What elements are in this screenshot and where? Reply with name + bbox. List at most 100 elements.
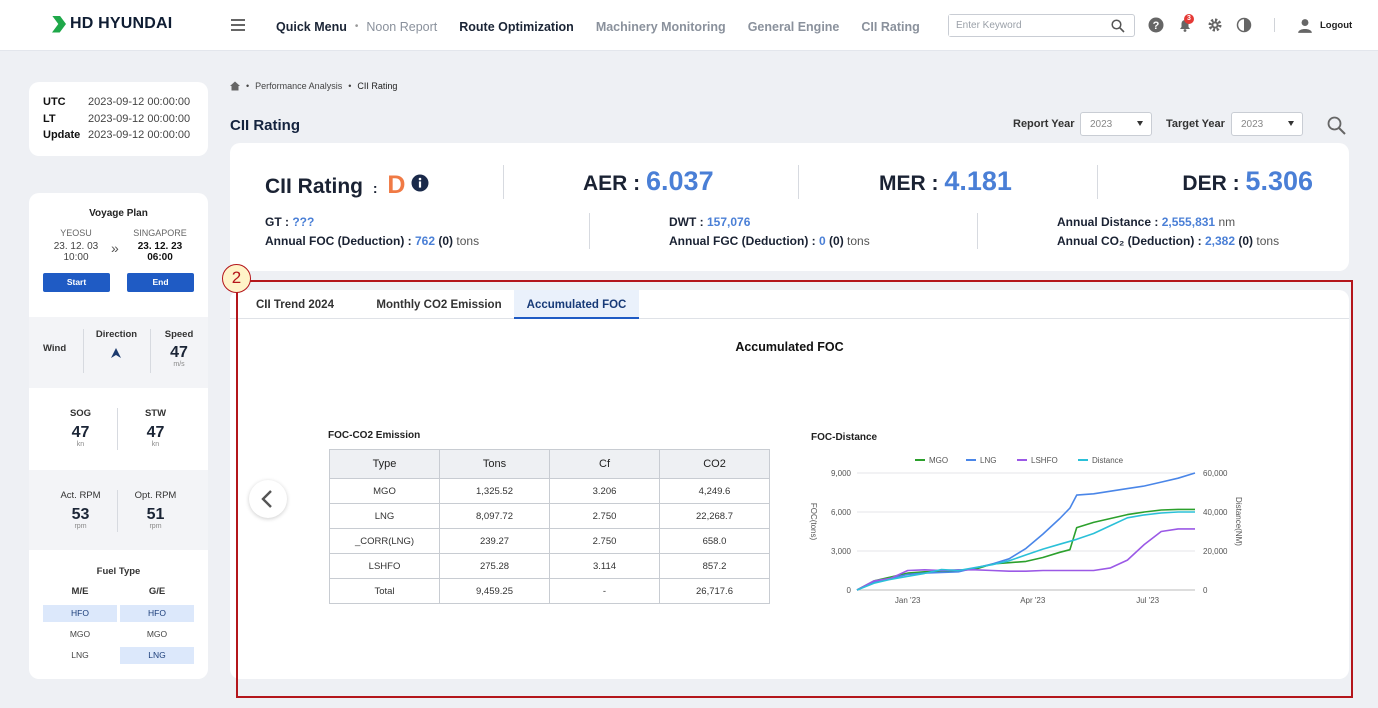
ge-fuel-mgo[interactable]: MGO xyxy=(120,626,194,643)
time-label: UTC xyxy=(43,96,66,108)
annotation-number-badge: 2 xyxy=(222,264,251,293)
arrival-time-value: 06:00 xyxy=(147,252,173,263)
notification-bell[interactable]: 3 xyxy=(1177,14,1194,33)
stw-value: 47 xyxy=(146,424,165,441)
time-row-lt: LT 2023-09-12 00:00:00 xyxy=(43,111,194,128)
page-title: CII Rating xyxy=(230,117,300,134)
aer-kpi: AER : 6.037 xyxy=(583,166,714,196)
main-nav: Quick Menu • Noon Report Route Optimizat… xyxy=(276,18,960,35)
nav-quick-menu[interactable]: Quick Menu xyxy=(276,20,347,34)
report-year-value: 2023 xyxy=(1090,119,1113,130)
search-icon[interactable] xyxy=(1111,19,1125,33)
dwt-row: DWT : 157,076 xyxy=(669,215,750,229)
wind-speed-value: 47 xyxy=(170,344,188,361)
arrival-date: 23. 12. 23 06:00 xyxy=(125,241,195,263)
fgc-label: Annual FGC (Deduction) : xyxy=(669,234,816,248)
ge-fuel-lng[interactable]: LNG xyxy=(120,647,194,664)
target-year-label: Target Year xyxy=(1166,118,1225,130)
target-year-value: 2023 xyxy=(1241,119,1264,130)
arrival-port: SINGAPORE 23. 12. 23 06:00 xyxy=(125,228,195,263)
dropdown-caret-icon xyxy=(1288,121,1294,126)
report-year-select[interactable]: 2023 xyxy=(1080,112,1152,136)
me-fuel-mgo[interactable]: MGO xyxy=(43,626,117,643)
breadcrumb: • Performance Analysis • CII Rating xyxy=(230,81,397,91)
theme-toggle-icon[interactable] xyxy=(1236,17,1252,33)
co2-value: 2,382 xyxy=(1205,234,1236,248)
breadcrumb-section[interactable]: Performance Analysis xyxy=(255,81,342,91)
divider xyxy=(150,329,151,373)
top-bar: HD HYUNDAI Quick Menu • Noon Report Rout… xyxy=(0,0,1378,51)
me-fuel-lng[interactable]: LNG xyxy=(43,647,117,664)
dropdown-caret-icon xyxy=(1137,121,1143,126)
departure-time-value: 10:00 xyxy=(63,252,89,263)
co2-deduction: (0) xyxy=(1238,234,1254,248)
nav-item-general-engine[interactable]: General Engine xyxy=(748,20,840,34)
breadcrumb-dot: • xyxy=(348,81,352,91)
fgc-deduction: (0) xyxy=(829,234,844,248)
dwt-value: 157,076 xyxy=(707,215,751,229)
fgc-unit: tons xyxy=(847,234,870,248)
foc-deduction: (0) xyxy=(438,234,454,248)
nav-item-cii-rating[interactable]: CII Rating xyxy=(861,20,919,34)
distance-label: Annual Distance : xyxy=(1057,215,1159,229)
user-icon[interactable] xyxy=(1297,18,1313,34)
route-arrow-icon: » xyxy=(111,240,119,256)
opt-rpm-unit: rpm xyxy=(149,523,162,530)
fgc-row: Annual FGC (Deduction) : 0 (0) tons xyxy=(669,234,870,248)
cii-summary-card: CII Rating : D AER : 6.037 MER : 4.181 D… xyxy=(230,143,1349,271)
act-rpm-unit: rpm xyxy=(74,523,87,530)
breadcrumb-current: CII Rating xyxy=(357,81,398,91)
departure-date: 23. 12. 03 10:00 xyxy=(41,241,111,263)
search-submit-icon[interactable] xyxy=(1327,116,1346,135)
brand-logo[interactable]: HD HYUNDAI xyxy=(52,15,172,33)
settings-gear-icon[interactable] xyxy=(1207,17,1223,33)
ge-fuel-hfo[interactable]: HFO xyxy=(120,605,194,622)
rpm-section: Act. RPM 53 rpm Opt. RPM 51 rpm xyxy=(29,470,208,550)
generator-engine-label: G/E xyxy=(148,586,166,597)
help-icon[interactable]: ? xyxy=(1148,17,1164,33)
nav-item-route-optimization[interactable]: Route Optimization xyxy=(459,20,574,34)
wind-speed-unit: m/s xyxy=(173,361,185,368)
divider xyxy=(589,213,590,249)
voyage-plan-title: Voyage Plan xyxy=(89,208,148,219)
time-row-update: Update 2023-09-12 00:00:00 xyxy=(43,127,194,144)
hamburger-menu-icon[interactable] xyxy=(231,19,245,31)
time-value: 2023-09-12 00:00:00 xyxy=(88,129,191,141)
cii-label: CII Rating xyxy=(265,175,363,198)
departure-port: YEOSU 23. 12. 03 10:00 xyxy=(41,228,111,263)
info-icon[interactable] xyxy=(411,174,429,192)
divider xyxy=(1097,165,1098,199)
me-fuel-hfo[interactable]: HFO xyxy=(43,605,117,622)
mer-kpi: MER : 4.181 xyxy=(879,166,1012,196)
foc-unit: tons xyxy=(456,234,480,248)
nav-item-noon-report[interactable]: Noon Report xyxy=(366,20,437,34)
mer-label: MER xyxy=(879,172,926,195)
sog-value: 47 xyxy=(71,424,90,441)
opt-rpm-value: 51 xyxy=(146,506,165,523)
svg-text:?: ? xyxy=(1153,20,1160,32)
voyage-start-button[interactable]: Start xyxy=(43,273,110,292)
nav-dot: • xyxy=(354,21,359,32)
nav-item-machinery-monitoring[interactable]: Machinery Monitoring xyxy=(596,20,726,34)
home-icon[interactable] xyxy=(230,81,240,91)
logout-button[interactable]: Logout xyxy=(1320,20,1352,31)
wind-direction-arrow-icon xyxy=(111,348,121,358)
divider xyxy=(503,165,504,199)
act-rpm-value: 53 xyxy=(71,506,90,523)
target-year-select[interactable]: 2023 xyxy=(1231,112,1303,136)
wind-section: Wind Direction Speed 47 m/s xyxy=(29,317,208,388)
notification-badge: 3 xyxy=(1184,14,1194,24)
fgc-value: 0 xyxy=(819,234,826,248)
search-input[interactable] xyxy=(949,15,1099,36)
time-value: 2023-09-12 00:00:00 xyxy=(88,96,191,108)
voyage-end-button[interactable]: End xyxy=(127,273,194,292)
vessel-status-panel: Voyage Plan YEOSU 23. 12. 03 10:00 » SING… xyxy=(29,193,208,679)
wind-speed-label: Speed xyxy=(164,329,194,340)
arrival-date-value: 23. 12. 23 xyxy=(137,241,183,252)
wind-label: Wind xyxy=(43,343,67,354)
departure-port-name: YEOSU xyxy=(60,228,92,238)
dwt-label: DWT : xyxy=(669,215,704,229)
gt-value: ??? xyxy=(292,215,315,229)
stw-unit: kn xyxy=(151,441,160,448)
breadcrumb-dot: • xyxy=(246,81,250,91)
